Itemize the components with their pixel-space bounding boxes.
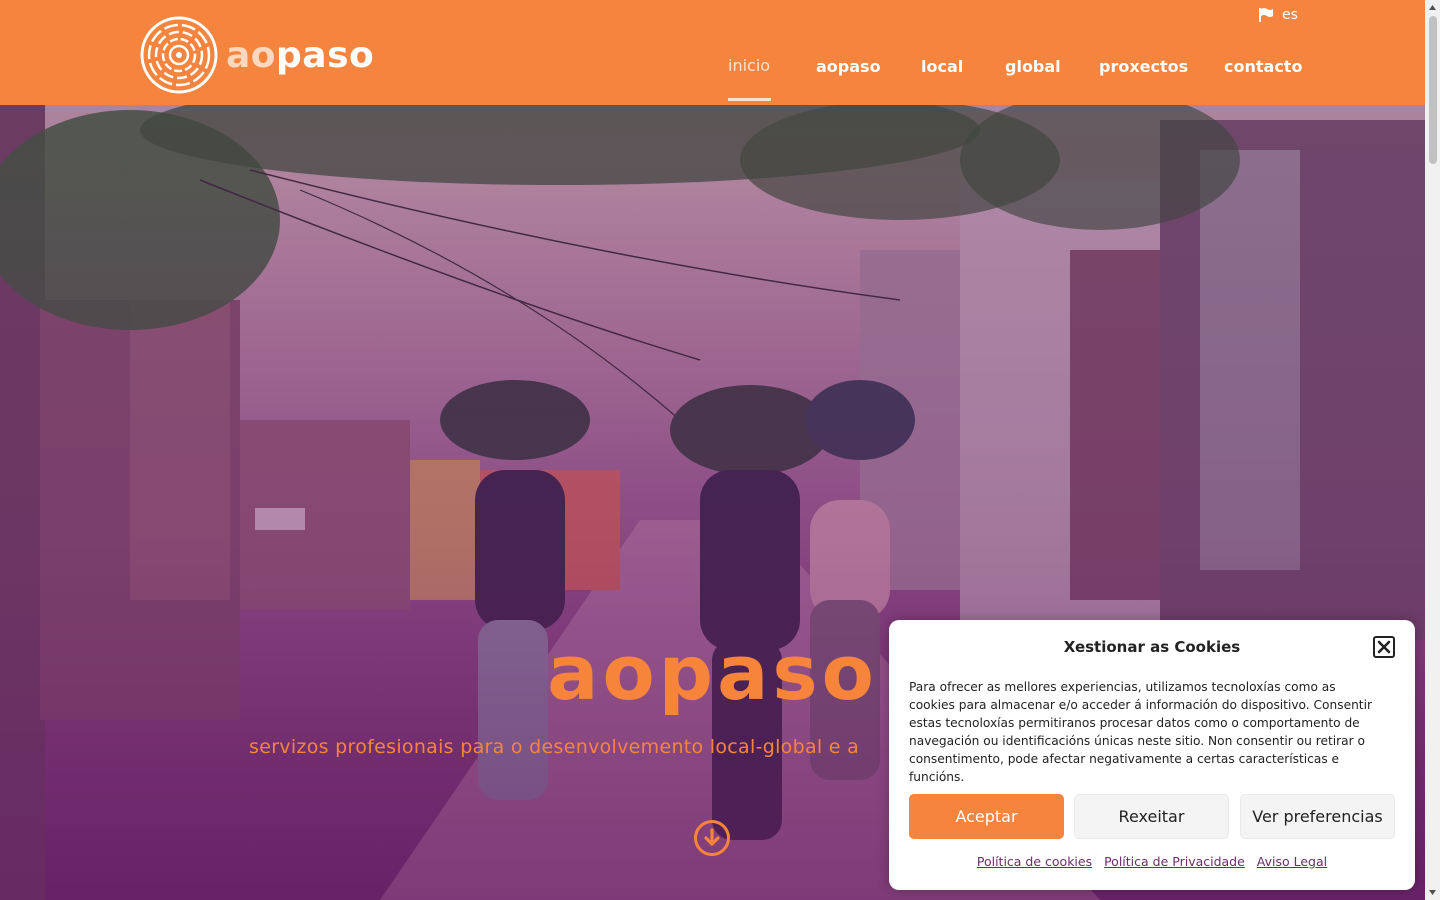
reject-cookies-button[interactable]: Rexeitar <box>1074 794 1229 839</box>
site-header: aopaso es inicio aopaso local global pro… <box>0 0 1425 105</box>
tree-rings-logo-icon <box>140 16 218 94</box>
cookie-dialog-text: Para ofrecer as mellores experiencias, u… <box>909 680 1372 784</box>
hero-subtitle: servizos profesionais para o desenvolvem… <box>249 736 860 758</box>
close-icon <box>1377 640 1391 654</box>
nav-item-global[interactable]: global <box>1005 57 1061 76</box>
arrow-down-icon <box>704 828 720 846</box>
cookie-policy-links: Política de cookies Política de Privacid… <box>889 854 1415 869</box>
cookie-preferences-button[interactable]: Ver preferencias <box>1240 794 1395 839</box>
cookie-close-button[interactable] <box>1373 636 1395 658</box>
scroll-up-arrow-icon[interactable] <box>1428 3 1437 12</box>
active-nav-underline <box>728 98 771 101</box>
nav-item-inicio[interactable]: inicio <box>728 56 770 75</box>
nav-item-local[interactable]: local <box>921 57 963 76</box>
flag-icon <box>1259 8 1273 22</box>
logo-text-bold: paso <box>276 34 375 76</box>
logo-wordmark: aopaso <box>226 35 374 76</box>
nav-item-aopaso[interactable]: aopaso <box>816 57 881 76</box>
cookie-consent-dialog: Xestionar as Cookies Para ofrecer as mel… <box>889 620 1415 890</box>
accept-cookies-button[interactable]: Aceptar <box>909 794 1064 839</box>
logo-text-light: ao <box>226 34 277 76</box>
legal-notice-link[interactable]: Aviso Legal <box>1257 854 1327 869</box>
nav-item-contacto[interactable]: contacto <box>1224 57 1302 76</box>
scroll-down-arrow-icon[interactable] <box>1428 888 1437 897</box>
site-logo[interactable]: aopaso <box>138 14 374 96</box>
nav-item-proxectos[interactable]: proxectos <box>1099 57 1188 76</box>
cookie-dialog-title: Xestionar as Cookies <box>1063 638 1241 656</box>
language-switcher[interactable]: es <box>1258 7 1298 23</box>
language-label: es <box>1282 7 1298 23</box>
privacy-policy-link[interactable]: Política de Privacidade <box>1104 854 1245 869</box>
scroll-down-button[interactable] <box>694 820 730 856</box>
scrollbar-thumb[interactable] <box>1429 16 1437 164</box>
cookie-policy-link[interactable]: Política de cookies <box>977 854 1092 869</box>
